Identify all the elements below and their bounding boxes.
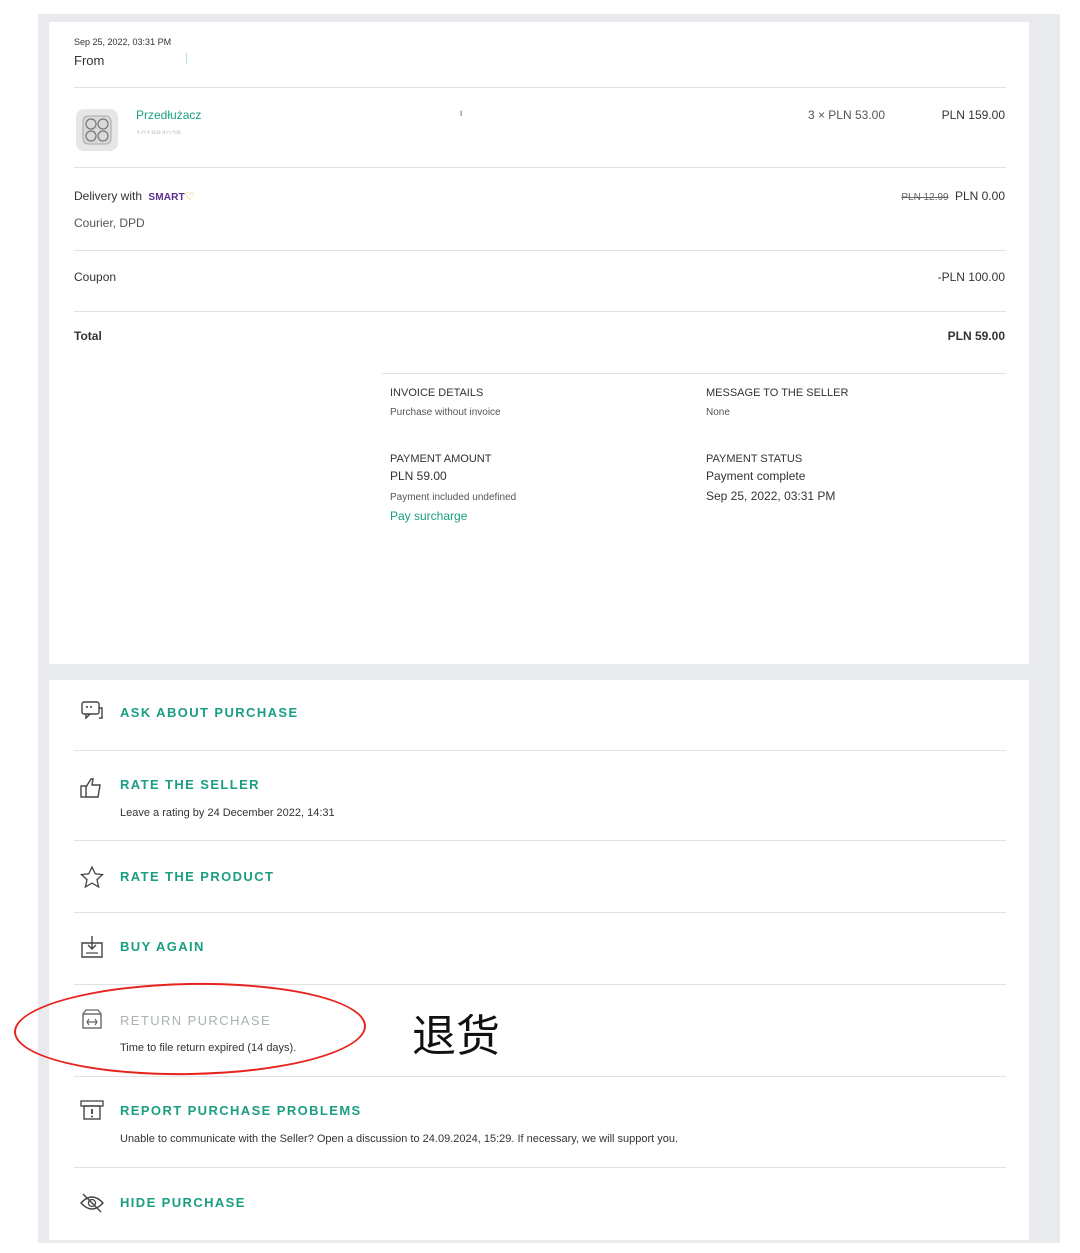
product-name-link[interactable]: Przedłużacz <box>136 108 201 122</box>
buy-again-button[interactable]: BUY AGAIN <box>120 939 205 954</box>
delivery-with-text: Delivery with <box>74 189 143 203</box>
rate-seller-deadline: Leave a rating by 24 December 2022, 14:3… <box>120 807 335 819</box>
total-label: Total <box>74 329 102 343</box>
payment-amount-value: PLN 59.00 <box>390 469 447 483</box>
hide-purchase-button[interactable]: HIDE PURCHASE <box>120 1195 246 1210</box>
invoice-details-value: Purchase without invoice <box>390 407 501 418</box>
report-icon <box>79 1099 105 1123</box>
divider <box>74 87 1006 88</box>
pay-surcharge-link[interactable]: Pay surcharge <box>390 509 467 523</box>
from-label: From <box>74 53 105 68</box>
total-value: PLN 59.00 <box>947 329 1005 343</box>
delivery-new-price: PLN 0.00 <box>954 189 1005 203</box>
divider <box>382 373 1006 374</box>
delivery-label: Delivery with SMART♡ <box>74 189 195 203</box>
divider <box>74 250 1006 251</box>
product-sku: 101884028 <box>136 129 182 134</box>
divider <box>74 912 1006 913</box>
divider <box>74 1167 1006 1168</box>
coupon-value: -PLN 100.00 <box>937 270 1005 284</box>
divider <box>74 750 1006 751</box>
eye-off-icon <box>79 1191 105 1215</box>
smart-pin-icon: ♡ <box>184 191 195 203</box>
thumbs-up-icon <box>79 776 105 800</box>
coupon-label: Coupon <box>74 270 117 284</box>
product-qty-price: 3 × PLN 53.00 <box>807 108 885 122</box>
rate-the-product-button[interactable]: RATE THE PRODUCT <box>120 869 274 884</box>
message-to-seller-title: MESSAGE TO THE SELLER <box>706 387 849 399</box>
payment-amount-note: Payment included undefined <box>390 492 517 503</box>
star-icon <box>79 865 105 889</box>
divider <box>74 1076 1006 1077</box>
power-strip-icon <box>82 115 112 145</box>
payment-status-title: PAYMENT STATUS <box>706 453 803 465</box>
report-purchase-problems-button[interactable]: REPORT PURCHASE PROBLEMS <box>120 1103 362 1118</box>
rate-the-seller-button[interactable]: RATE THE SELLER <box>120 777 260 792</box>
delivery-method: Courier, DPD <box>74 216 145 230</box>
smart-logo: SMART <box>148 192 185 203</box>
seller-name[interactable]: | <box>185 52 188 64</box>
invoice-details-title: INVOICE DETAILS <box>390 387 484 399</box>
order-summary-card: Sep 25, 2022, 03:31 PM From | Przedłużac… <box>49 22 1029 664</box>
chat-icon <box>79 700 105 724</box>
report-problems-note: Unable to communicate with the Seller? O… <box>120 1133 679 1145</box>
divider <box>74 311 1006 312</box>
product-variant-mark: ι <box>460 108 463 119</box>
payment-status-date: Sep 25, 2022, 03:31 PM <box>706 489 836 503</box>
payment-status-value: Payment complete <box>706 469 806 483</box>
ask-about-purchase-button[interactable]: ASK ABOUT PURCHASE <box>120 705 299 720</box>
order-actions-card: ASK ABOUT PURCHASE RATE THE SELLER Leave… <box>49 680 1029 1240</box>
divider <box>74 167 1006 168</box>
product-thumbnail[interactable] <box>76 109 118 151</box>
product-total: PLN 159.00 <box>941 108 1005 122</box>
buy-again-icon <box>79 935 105 959</box>
payment-amount-title: PAYMENT AMOUNT <box>390 453 492 465</box>
divider <box>74 840 1006 841</box>
message-to-seller-value: None <box>706 407 730 418</box>
order-date: Sep 25, 2022, 03:31 PM <box>74 37 172 47</box>
annotation-label: 退货 <box>412 1011 500 1062</box>
delivery-old-price: PLN 12.99 <box>901 192 949 203</box>
delivery-price: PLN 12.99 PLN 0.00 <box>901 189 1005 203</box>
